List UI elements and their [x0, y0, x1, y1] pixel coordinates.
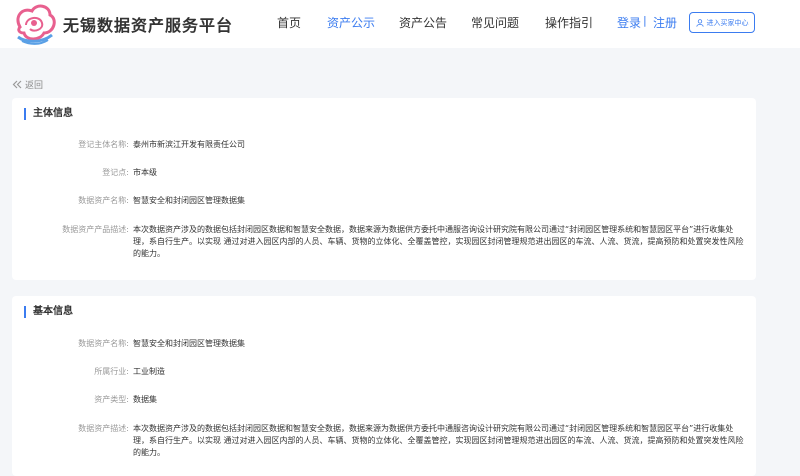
- basic-info-title: 基本信息: [24, 306, 73, 318]
- subject-info-card: 主体信息 登记主体名称: 泰州市新滨江开发有限责任公司 登记点: 市本级 数据资…: [12, 98, 756, 280]
- field-label: 登记主体名称:: [78, 140, 129, 149]
- field-label: 数据资产名称:: [78, 339, 129, 348]
- nav-asset-announcement[interactable]: 资产公告: [399, 14, 447, 31]
- register-link[interactable]: 注册: [653, 14, 677, 31]
- user-icon: [695, 18, 704, 27]
- field-value: 市本级: [133, 168, 157, 177]
- auth-separator: |: [643, 14, 647, 27]
- site-title: 无锡数据资产服务平台: [63, 16, 234, 35]
- field-label: 所属行业:: [94, 367, 129, 376]
- field-label: 数据资产产品描述:: [62, 225, 129, 234]
- back-label: 返回: [25, 81, 44, 91]
- nav-guide[interactable]: 操作指引: [545, 14, 593, 31]
- buyer-center-label: 进入买家中心: [706, 18, 749, 27]
- nav-faq[interactable]: 常见问题: [471, 14, 519, 31]
- double-chevron-left-icon: [12, 80, 22, 89]
- basic-info-card: 基本信息 数据资产名称: 智慧安全和封闭园区管理数据集 所属行业: 工业制造 资…: [12, 296, 756, 476]
- subject-info-title: 主体信息: [24, 108, 73, 120]
- field-label: 资产类型:: [94, 395, 129, 404]
- platform-logo[interactable]: [12, 3, 56, 45]
- nav-asset-publicity[interactable]: 资产公示: [327, 14, 375, 31]
- field-value: 智慧安全和封闭园区管理数据集: [133, 339, 245, 348]
- top-header: 无锡数据资产服务平台 首页 资产公示 资产公告 常见问题 操作指引 登录 | 注…: [0, 0, 800, 48]
- login-link[interactable]: 登录: [617, 14, 641, 31]
- field-value: 工业制造: [133, 367, 165, 376]
- field-label: 数据资产名称:: [78, 196, 129, 205]
- field-value: 本次数据资产涉及的数据包括封闭园区数据和智慧安全数据，数据来源为数据供方委托中通…: [133, 424, 744, 457]
- buyer-center-button[interactable]: 进入买家中心: [689, 12, 755, 33]
- field-value: 泰州市新滨江开发有限责任公司: [133, 140, 245, 149]
- back-link[interactable]: 返回: [12, 78, 43, 91]
- field-value: 本次数据资产涉及的数据包括封闭园区数据和智慧安全数据，数据来源为数据供方委托中通…: [133, 225, 744, 258]
- field-value: 数据集: [133, 395, 157, 404]
- nav-home[interactable]: 首页: [277, 14, 301, 31]
- field-value: 智慧安全和封闭园区管理数据集: [133, 196, 245, 205]
- field-label: 登记点:: [102, 168, 129, 177]
- field-label: 数据资产描述:: [78, 424, 129, 433]
